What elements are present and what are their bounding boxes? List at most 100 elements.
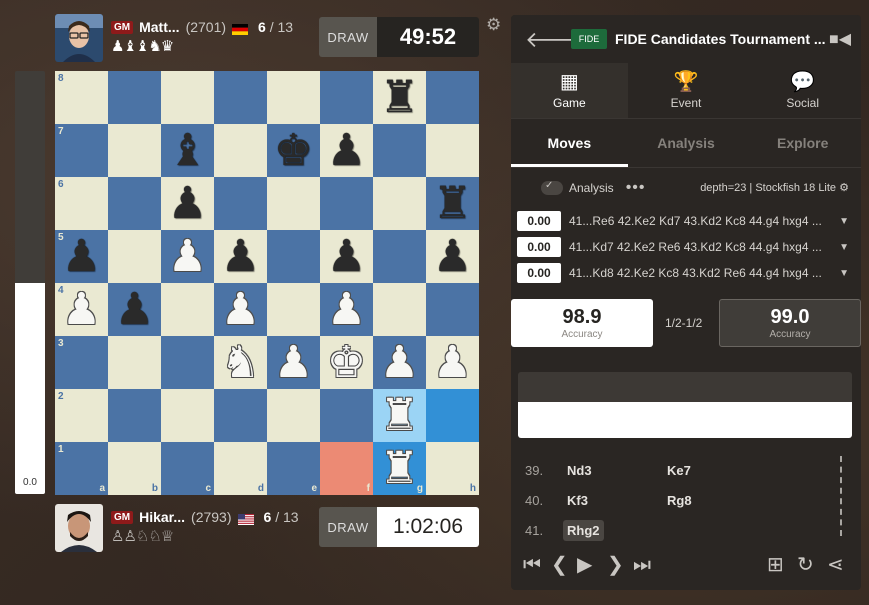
square-b6[interactable] — [108, 177, 161, 230]
square-h6[interactable]: ♜ — [426, 177, 479, 230]
add-analysis-icon[interactable]: ⊞ — [767, 555, 784, 575]
white-pawn-piece[interactable]: ♟ — [373, 336, 426, 389]
square-e1[interactable]: e — [267, 442, 320, 495]
square-a3[interactable]: 3 — [55, 336, 108, 389]
square-g7[interactable] — [373, 124, 426, 177]
square-f3[interactable]: ♚ — [320, 336, 373, 389]
square-h8[interactable] — [426, 71, 479, 124]
square-d5[interactable]: ♟ — [214, 230, 267, 283]
square-g1[interactable]: g ♜ — [373, 442, 426, 495]
square-c5[interactable]: ♟ — [161, 230, 214, 283]
engine-settings-gear-icon[interactable]: ⚙ — [839, 182, 849, 194]
square-g3[interactable]: ♟ — [373, 336, 426, 389]
analysis-toggle[interactable] — [541, 180, 563, 195]
square-f6[interactable] — [320, 177, 373, 230]
white-pawn-piece[interactable]: ♟ — [320, 283, 373, 336]
tab-social[interactable]: 💬 Social — [744, 63, 861, 118]
event-title[interactable]: FIDE Candidates Tournament ... — [615, 31, 826, 47]
evaluation-graph[interactable] — [518, 372, 852, 438]
square-b4[interactable]: ♟ — [108, 283, 161, 336]
black-pawn-piece[interactable]: ♟ — [214, 230, 267, 283]
top-player-name[interactable]: Matt... — [139, 19, 179, 35]
square-c4[interactable] — [161, 283, 214, 336]
white-pawn-piece[interactable]: ♟ — [426, 336, 479, 389]
square-e7[interactable]: ♚ — [267, 124, 320, 177]
square-b1[interactable]: b — [108, 442, 161, 495]
engine-line[interactable]: 0.00 41...Re6 42.Ke2 Kd7 43.Kd2 Kc8 44.g… — [517, 208, 855, 234]
square-d7[interactable] — [214, 124, 267, 177]
chess-board[interactable]: 8 ♜ 7 ♝ ♚ ♟ 6 ♟ ♜ 5 ♟ ♟ ♟ ♟ ♟ 4 ♟ ♟ ♟ ♟ 3 ♞ ♟ ♚ ♟ ♟ 2 ♜ 1 a b c d e f g ♜ h — [55, 71, 479, 495]
square-a4[interactable]: 4 ♟ — [55, 283, 108, 336]
square-a6[interactable]: 6 — [55, 177, 108, 230]
square-e5[interactable] — [267, 230, 320, 283]
last-move-icon[interactable]: ⏭ — [633, 555, 651, 575]
square-h3[interactable]: ♟ — [426, 336, 479, 389]
bottom-player-name[interactable]: Hikar... — [139, 509, 185, 525]
square-g6[interactable] — [373, 177, 426, 230]
white-accuracy[interactable]: 98.9 Accuracy — [511, 299, 653, 347]
square-f2[interactable] — [320, 389, 373, 442]
chevron-down-icon[interactable]: ▼ — [839, 242, 849, 253]
play-icon[interactable]: ▶ — [577, 555, 592, 575]
square-a2[interactable]: 2 — [55, 389, 108, 442]
video-camera-icon[interactable]: ■◀ — [829, 29, 851, 49]
black-king-piece[interactable]: ♚ — [267, 124, 320, 177]
square-h2[interactable] — [426, 389, 479, 442]
chevron-down-icon[interactable]: ▼ — [839, 268, 849, 279]
square-h7[interactable] — [426, 124, 479, 177]
white-rook-piece[interactable]: ♜ — [373, 389, 426, 442]
square-d8[interactable] — [214, 71, 267, 124]
square-c6[interactable]: ♟ — [161, 177, 214, 230]
tab-event[interactable]: 🏆 Event — [628, 63, 745, 118]
flip-board-icon[interactable]: ↻ — [797, 555, 814, 575]
square-e2[interactable] — [267, 389, 320, 442]
square-d3[interactable]: ♞ — [214, 336, 267, 389]
black-pawn-piece[interactable]: ♟ — [426, 230, 479, 283]
black-bishop-piece[interactable]: ♝ — [161, 124, 214, 177]
black-move[interactable]: Rg8 — [667, 493, 767, 508]
move-list-scrollbar[interactable] — [840, 456, 842, 536]
square-g5[interactable] — [373, 230, 426, 283]
engine-line[interactable]: 0.00 41...Kd7 42.Ke2 Re6 43.Kd2 Kc8 44.g… — [517, 234, 855, 260]
square-f1[interactable]: f — [320, 442, 373, 495]
square-d4[interactable]: ♟ — [214, 283, 267, 336]
square-e4[interactable] — [267, 283, 320, 336]
square-c1[interactable]: c — [161, 442, 214, 495]
square-g8[interactable]: ♜ — [373, 71, 426, 124]
white-move[interactable]: Nd3 — [567, 463, 667, 478]
square-b7[interactable] — [108, 124, 161, 177]
black-pawn-piece[interactable]: ♟ — [320, 124, 373, 177]
square-h1[interactable]: h — [426, 442, 479, 495]
square-b2[interactable] — [108, 389, 161, 442]
square-c8[interactable] — [161, 71, 214, 124]
tab-analysis[interactable]: Analysis — [628, 119, 745, 167]
square-a8[interactable]: 8 — [55, 71, 108, 124]
square-e3[interactable]: ♟ — [267, 336, 320, 389]
square-f7[interactable]: ♟ — [320, 124, 373, 177]
black-pawn-piece[interactable]: ♟ — [55, 230, 108, 283]
square-g4[interactable] — [373, 283, 426, 336]
square-e8[interactable] — [267, 71, 320, 124]
black-rook-piece[interactable]: ♜ — [373, 71, 426, 124]
black-pawn-piece[interactable]: ♟ — [161, 177, 214, 230]
black-pawn-piece[interactable]: ♟ — [320, 230, 373, 283]
black-move[interactable]: Ke7 — [667, 463, 767, 478]
tab-moves[interactable]: Moves — [511, 119, 628, 167]
board-settings-gear-icon[interactable]: ⚙ — [486, 15, 501, 35]
white-knight-piece[interactable]: ♞ — [214, 336, 267, 389]
square-c7[interactable]: ♝ — [161, 124, 214, 177]
white-pawn-piece[interactable]: ♟ — [55, 283, 108, 336]
square-b5[interactable] — [108, 230, 161, 283]
square-a5[interactable]: 5 ♟ — [55, 230, 108, 283]
more-options-icon[interactable]: ••• — [626, 179, 646, 197]
white-move[interactable]: Kf3 — [567, 493, 667, 508]
square-b3[interactable] — [108, 336, 161, 389]
square-f5[interactable]: ♟ — [320, 230, 373, 283]
previous-move-icon[interactable]: ❮ — [551, 555, 568, 575]
share-icon[interactable]: ⋖ — [827, 555, 844, 575]
white-move[interactable]: Rhg2 — [563, 519, 667, 541]
tab-game[interactable]: ▦ Game — [511, 63, 628, 118]
square-h5[interactable]: ♟ — [426, 230, 479, 283]
engine-line[interactable]: 0.00 41...Kd8 42.Ke2 Kc8 43.Kd2 Re6 44.g… — [517, 260, 855, 286]
square-a7[interactable]: 7 — [55, 124, 108, 177]
